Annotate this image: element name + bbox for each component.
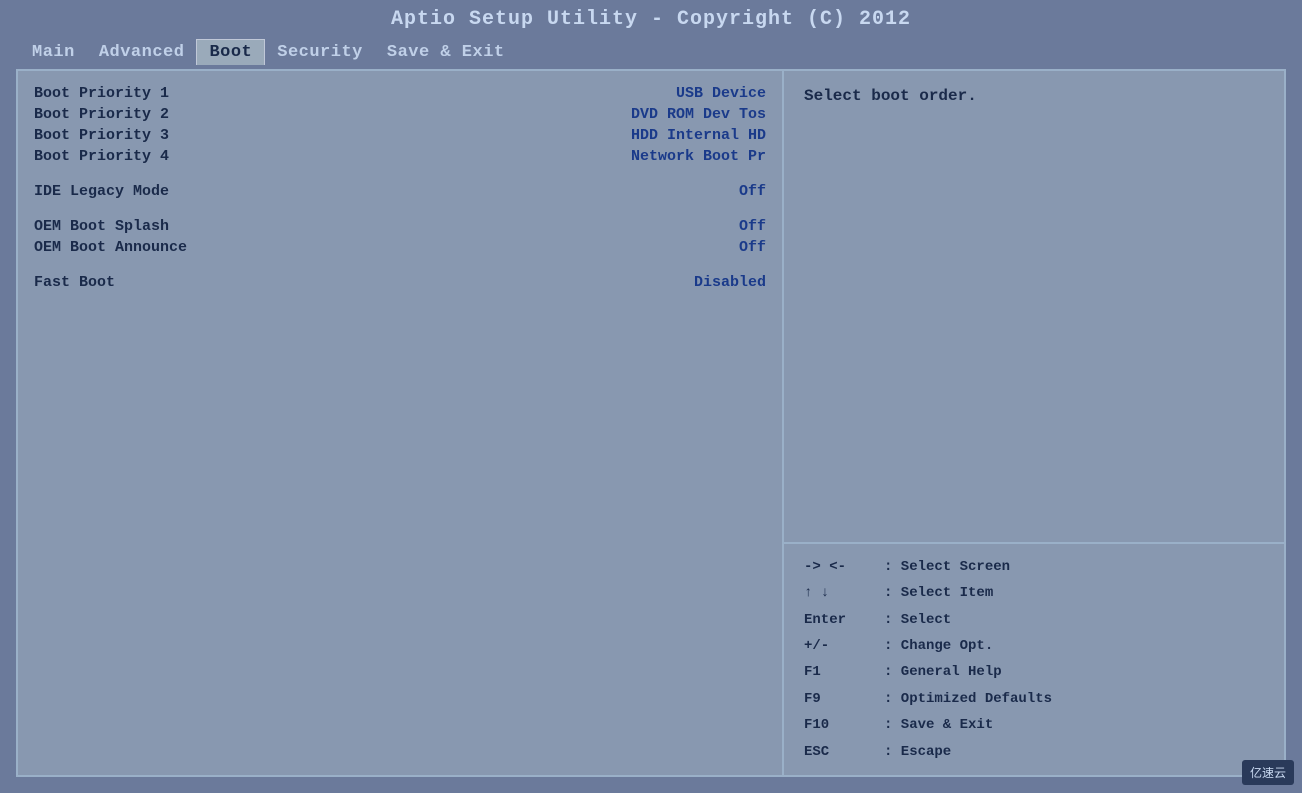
setting-label: Boot Priority 4 xyxy=(34,148,169,165)
keybinding-desc: : Change Opt. xyxy=(884,635,1264,657)
keybinding-row: F10: Save & Exit xyxy=(804,714,1264,736)
setting-label: Boot Priority 3 xyxy=(34,127,169,144)
nav-bar: MainAdvancedBootSecuritySave & Exit xyxy=(0,37,1302,65)
keybinding-desc: : Select Screen xyxy=(884,556,1264,578)
keybinding-key: Enter xyxy=(804,609,884,631)
keybinding-key: F9 xyxy=(804,688,884,710)
bios-screen: Aptio Setup Utility - Copyright (C) 2012… xyxy=(0,0,1302,793)
setting-value: Off xyxy=(739,218,766,235)
keybinding-key: +/- xyxy=(804,635,884,657)
setting-row[interactable]: Boot Priority 3 HDD Internal HD xyxy=(34,125,766,146)
keybinding-desc: : Optimized Defaults xyxy=(884,688,1264,710)
keybinding-desc: : Select xyxy=(884,609,1264,631)
keybinding-row: Enter: Select xyxy=(804,609,1264,631)
title-text: Aptio Setup Utility - Copyright (C) 2012 xyxy=(391,8,911,31)
setting-label: OEM Boot Splash xyxy=(34,218,169,235)
setting-row[interactable]: Boot Priority 1 USB Device xyxy=(34,83,766,104)
keybinding-desc: : General Help xyxy=(884,661,1264,683)
keybinding-row: F9: Optimized Defaults xyxy=(804,688,1264,710)
keybinding-key: ↑ ↓ xyxy=(804,582,884,604)
setting-row[interactable]: OEM Boot Announce Off xyxy=(34,237,766,258)
setting-row[interactable]: Fast Boot Disabled xyxy=(34,272,766,293)
nav-item-boot[interactable]: Boot xyxy=(196,39,265,65)
setting-value: Off xyxy=(739,239,766,256)
nav-item-save--exit[interactable]: Save & Exit xyxy=(375,40,517,65)
setting-value: Network Boot Pr xyxy=(631,148,766,165)
keybinding-row: +/-: Change Opt. xyxy=(804,635,1264,657)
keybinding-row: F1: General Help xyxy=(804,661,1264,683)
keybinding-row: ESC: Escape xyxy=(804,741,1264,763)
setting-value: Off xyxy=(739,183,766,200)
keybinding-key: -> <- xyxy=(804,556,884,578)
spacer xyxy=(34,258,766,272)
setting-label: Boot Priority 1 xyxy=(34,85,169,102)
help-text: Select boot order. xyxy=(784,71,1284,544)
nav-item-main[interactable]: Main xyxy=(20,40,87,65)
setting-value: HDD Internal HD xyxy=(631,127,766,144)
setting-row[interactable]: OEM Boot Splash Off xyxy=(34,216,766,237)
setting-label: Fast Boot xyxy=(34,274,115,291)
setting-label: IDE Legacy Mode xyxy=(34,183,169,200)
keybinding-key: ESC xyxy=(804,741,884,763)
setting-label: Boot Priority 2 xyxy=(34,106,169,123)
setting-value: USB Device xyxy=(676,85,766,102)
setting-label: OEM Boot Announce xyxy=(34,239,187,256)
main-content: Boot Priority 1 USB Device Boot Priority 2… xyxy=(16,69,1286,777)
left-panel: Boot Priority 1 USB Device Boot Priority 2… xyxy=(18,71,784,775)
setting-value: DVD ROM Dev Tos xyxy=(631,106,766,123)
keybinding-key: F10 xyxy=(804,714,884,736)
keybinding-desc: : Select Item xyxy=(884,582,1264,604)
nav-item-security[interactable]: Security xyxy=(265,40,375,65)
spacer xyxy=(34,202,766,216)
keybinding-desc: : Escape xyxy=(884,741,1264,763)
nav-item-advanced[interactable]: Advanced xyxy=(87,40,197,65)
keybinding-row: ↑ ↓: Select Item xyxy=(804,582,1264,604)
right-panel: Select boot order. -> <-: Select Screen↑… xyxy=(784,71,1284,775)
watermark: 亿速云 xyxy=(1242,760,1294,785)
setting-row[interactable]: IDE Legacy Mode Off xyxy=(34,181,766,202)
setting-row[interactable]: Boot Priority 4 Network Boot Pr xyxy=(34,146,766,167)
setting-value: Disabled xyxy=(694,274,766,291)
keybinding-key: F1 xyxy=(804,661,884,683)
title-bar: Aptio Setup Utility - Copyright (C) 2012 xyxy=(0,0,1302,37)
keybindings-panel: -> <-: Select Screen↑ ↓: Select ItemEnte… xyxy=(784,544,1284,775)
setting-row[interactable]: Boot Priority 2 DVD ROM Dev Tos xyxy=(34,104,766,125)
keybinding-desc: : Save & Exit xyxy=(884,714,1264,736)
spacer xyxy=(34,167,766,181)
keybinding-row: -> <-: Select Screen xyxy=(804,556,1264,578)
